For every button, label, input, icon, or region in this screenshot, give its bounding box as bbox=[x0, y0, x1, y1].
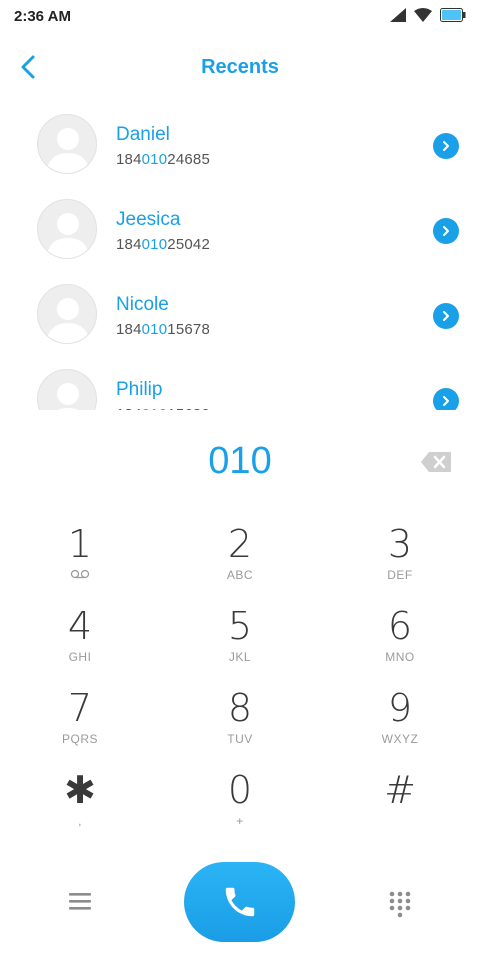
key-digit: # bbox=[384, 768, 416, 812]
battery-icon bbox=[440, 8, 466, 22]
key-digit: 9 bbox=[387, 686, 413, 730]
contact-number: 18401024685 bbox=[116, 151, 210, 168]
header: Recents bbox=[0, 40, 480, 96]
key-digit: 1 bbox=[67, 522, 93, 566]
menu-icon[interactable] bbox=[68, 890, 92, 912]
list-item[interactable]: Nicole 18401015678 bbox=[0, 270, 480, 354]
key-sub: TUV bbox=[227, 732, 253, 746]
key-sub: GHI bbox=[68, 650, 92, 664]
status-icons bbox=[390, 8, 466, 22]
key-digit: 0 bbox=[227, 768, 253, 812]
page-title: Recents bbox=[201, 56, 279, 78]
contact-number: 18401025042 bbox=[116, 236, 210, 253]
contact-name: Jeesica bbox=[116, 209, 181, 230]
contact-name: Daniel bbox=[116, 124, 170, 145]
key-sub: WXYZ bbox=[381, 732, 419, 746]
call-button[interactable] bbox=[184, 862, 295, 942]
key-6[interactable]: 6 MNO bbox=[320, 604, 480, 686]
key-2[interactable]: 2 ABC bbox=[160, 522, 320, 604]
key-sub: ABC bbox=[226, 568, 254, 582]
person-icon bbox=[46, 128, 90, 173]
key-digit: 7 bbox=[67, 686, 93, 730]
avatar bbox=[37, 369, 97, 410]
key-sub: MNO bbox=[385, 650, 415, 664]
person-icon bbox=[46, 213, 90, 258]
backspace-icon[interactable] bbox=[420, 451, 452, 473]
chevron-right-icon bbox=[443, 226, 449, 236]
key-hash[interactable]: # bbox=[320, 768, 480, 850]
chevron-right-icon bbox=[443, 396, 449, 406]
person-icon bbox=[46, 298, 90, 343]
key-0[interactable]: 0 + bbox=[160, 768, 320, 850]
key-digit: 5 bbox=[227, 604, 253, 648]
key-digit: 4 bbox=[67, 604, 93, 648]
wifi-icon bbox=[414, 8, 432, 22]
chevron-right-icon bbox=[443, 141, 449, 151]
key-1[interactable]: 1 bbox=[0, 522, 160, 604]
recents-list[interactable]: Daniel 18401024685 Jeesica 18401025042 N… bbox=[0, 100, 480, 410]
key-digit: 6 bbox=[387, 604, 413, 648]
dialpad-icon[interactable] bbox=[388, 890, 412, 918]
avatar bbox=[37, 114, 97, 174]
person-icon bbox=[57, 383, 79, 410]
key-8[interactable]: 8 TUV bbox=[160, 686, 320, 768]
key-sub: PQRS bbox=[61, 732, 98, 746]
key-sub: + bbox=[236, 814, 244, 828]
key-5[interactable]: 5 JKL bbox=[160, 604, 320, 686]
contact-name: Philip bbox=[116, 379, 163, 400]
key-sub: JKL bbox=[228, 650, 252, 664]
key-sub bbox=[0, 568, 160, 584]
key-sub: DEF bbox=[387, 568, 413, 582]
key-7[interactable]: 7 PQRS bbox=[0, 686, 160, 768]
key-4[interactable]: 4 GHI bbox=[0, 604, 160, 686]
list-item[interactable]: Daniel 18401024685 bbox=[0, 100, 480, 184]
key-digit: ✱ bbox=[64, 768, 96, 812]
dialed-number[interactable]: 010 bbox=[0, 440, 480, 483]
contact-number: 18401015689 bbox=[116, 406, 210, 410]
contact-detail-button[interactable] bbox=[433, 388, 459, 410]
signal-icon bbox=[390, 8, 406, 22]
key-digit: 3 bbox=[387, 522, 413, 566]
key-3[interactable]: 3 DEF bbox=[320, 522, 480, 604]
voicemail-icon bbox=[70, 569, 90, 579]
phone-icon bbox=[225, 887, 254, 917]
key-sub bbox=[320, 814, 480, 830]
key-digit: 8 bbox=[227, 686, 253, 730]
bottom-bar bbox=[0, 862, 480, 942]
chevron-right-icon bbox=[443, 311, 449, 321]
avatar bbox=[37, 284, 97, 344]
list-item[interactable]: Philip 18401015689 bbox=[0, 355, 480, 410]
contact-detail-button[interactable] bbox=[433, 218, 459, 244]
contact-name: Nicole bbox=[116, 294, 169, 315]
key-digit: 2 bbox=[227, 522, 253, 566]
contact-detail-button[interactable] bbox=[433, 133, 459, 159]
status-time: 2:36 AM bbox=[14, 8, 71, 25]
key-sub: , bbox=[78, 814, 82, 828]
avatar bbox=[37, 199, 97, 259]
key-star[interactable]: ✱ , bbox=[0, 768, 160, 850]
contact-detail-button[interactable] bbox=[433, 303, 459, 329]
status-bar: 2:36 AM bbox=[0, 0, 480, 34]
list-item[interactable]: Jeesica 18401025042 bbox=[0, 185, 480, 269]
contact-number: 18401015678 bbox=[116, 321, 210, 338]
key-9[interactable]: 9 WXYZ bbox=[320, 686, 480, 768]
